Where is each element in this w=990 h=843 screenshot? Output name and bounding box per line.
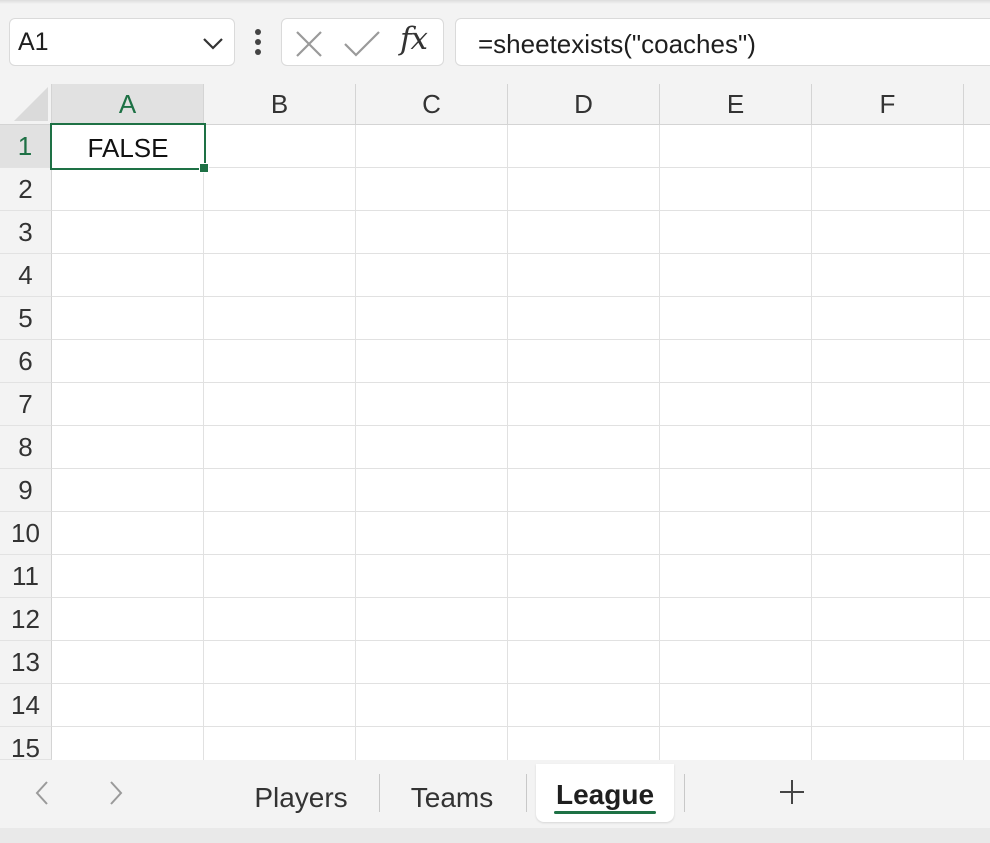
column-header-a[interactable]: A xyxy=(52,84,204,125)
tab-separator xyxy=(379,774,380,812)
sheet-tab-label: Teams xyxy=(410,782,494,813)
column-header-d[interactable]: D xyxy=(508,84,660,125)
row-header-5[interactable]: 5 xyxy=(0,297,52,340)
row-header-13[interactable]: 13 xyxy=(0,641,52,684)
formula-text[interactable]: =sheetexists("coaches") xyxy=(478,29,756,60)
tab-separator xyxy=(526,774,527,812)
row-header-6[interactable]: 6 xyxy=(0,340,52,383)
formula-input[interactable]: =sheetexists("coaches") xyxy=(455,18,990,66)
formula-actions: fx xyxy=(281,18,444,66)
row-header-10[interactable]: 10 xyxy=(0,512,52,555)
row-header-14[interactable]: 14 xyxy=(0,684,52,727)
row-header-2[interactable]: 2 xyxy=(0,168,52,211)
name-box-value[interactable]: A1 xyxy=(18,28,49,57)
chevron-left-icon[interactable] xyxy=(30,778,54,808)
more-vertical-icon[interactable] xyxy=(250,28,266,58)
active-tab-underline xyxy=(554,811,656,814)
chevron-down-icon[interactable] xyxy=(202,33,224,53)
row-header-9[interactable]: 9 xyxy=(0,469,52,512)
chevron-right-icon[interactable] xyxy=(104,778,128,808)
column-header-e[interactable]: E xyxy=(660,84,812,125)
column-header-f[interactable]: F xyxy=(812,84,964,125)
column-header-partial[interactable] xyxy=(964,84,990,125)
enter-check-icon[interactable] xyxy=(342,29,382,59)
fill-handle[interactable] xyxy=(199,163,209,173)
formula-bar: A1 fx =sheetexists("coaches") xyxy=(0,0,990,84)
cell-grid[interactable] xyxy=(52,125,990,760)
column-header-b[interactable]: B xyxy=(204,84,356,125)
column-header-c[interactable]: C xyxy=(356,84,508,125)
sheet-tab-bar: Players Teams League xyxy=(0,760,990,828)
tab-separator xyxy=(684,774,685,812)
plus-icon[interactable] xyxy=(778,778,806,806)
row-header-7[interactable]: 7 xyxy=(0,383,52,426)
status-bar xyxy=(0,828,990,843)
row-header-3[interactable]: 3 xyxy=(0,211,52,254)
row-header-12[interactable]: 12 xyxy=(0,598,52,641)
sheet-tab-players[interactable]: Players xyxy=(228,764,374,822)
sheet-tab-label: League xyxy=(555,779,655,810)
select-all-button[interactable] xyxy=(0,84,52,125)
cell-value: FALSE xyxy=(87,133,169,163)
active-cell-a1[interactable]: FALSE xyxy=(50,123,209,173)
sheet-tab-teams[interactable]: Teams xyxy=(384,764,520,822)
name-box[interactable]: A1 xyxy=(9,18,235,66)
row-header-1[interactable]: 1 xyxy=(0,125,52,168)
sheet-tab-league[interactable]: League xyxy=(536,764,674,822)
fx-icon[interactable]: fx xyxy=(400,21,428,57)
cancel-icon[interactable] xyxy=(294,29,324,59)
row-header-11[interactable]: 11 xyxy=(0,555,52,598)
row-header-15[interactable]: 15 xyxy=(0,727,52,760)
row-header-4[interactable]: 4 xyxy=(0,254,52,297)
row-header-8[interactable]: 8 xyxy=(0,426,52,469)
sheet-tab-label: Players xyxy=(254,782,348,813)
